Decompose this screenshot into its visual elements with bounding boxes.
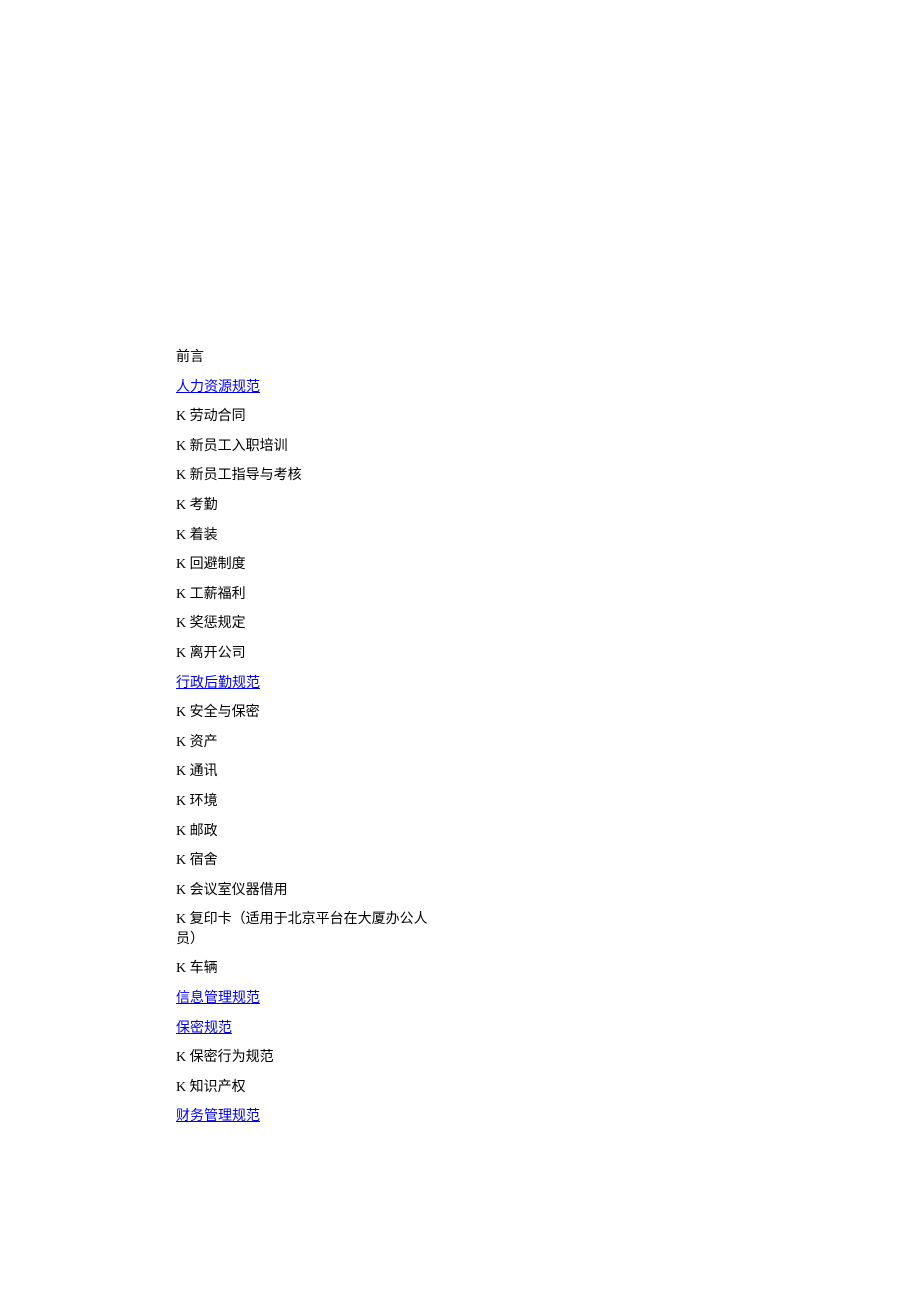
toc-item: K 新员工指导与考核 (176, 466, 436, 486)
toc-item: 保密规范 (176, 1019, 436, 1039)
toc-text: K 通讯 (176, 764, 218, 779)
toc-item: K 安全与保密 (176, 703, 436, 723)
toc-link[interactable]: 财务管理规范 (176, 1109, 260, 1124)
toc-item: K 资产 (176, 733, 436, 753)
toc-item: K 知识产权 (176, 1078, 436, 1098)
toc-text: K 资产 (176, 735, 218, 750)
toc-text: K 新员工指导与考核 (176, 468, 302, 483)
toc-item: K 车辆 (176, 959, 436, 979)
toc-item: K 回避制度 (176, 555, 436, 575)
toc-text: K 环境 (176, 794, 218, 809)
toc-text: K 邮政 (176, 824, 218, 839)
toc-item: K 环境 (176, 792, 436, 812)
toc-content: 前言 人力资源规范 K 劳动合同 K 新员工入职培训 K 新员工指导与考核 K … (176, 348, 436, 1127)
toc-text: K 奖惩规定 (176, 616, 246, 631)
toc-text: K 安全与保密 (176, 705, 260, 720)
toc-item: K 工薪福利 (176, 585, 436, 605)
toc-item: 财务管理规范 (176, 1107, 436, 1127)
toc-text: K 劳动合同 (176, 409, 246, 424)
toc-item: K 着装 (176, 526, 436, 546)
toc-text: K 离开公司 (176, 646, 246, 661)
toc-text: K 回避制度 (176, 557, 246, 572)
toc-text: K 着装 (176, 528, 218, 543)
toc-link[interactable]: 行政后勤规范 (176, 676, 260, 691)
toc-text: K 知识产权 (176, 1080, 246, 1095)
toc-link[interactable]: 人力资源规范 (176, 380, 260, 395)
toc-text: K 宿舍 (176, 853, 218, 868)
toc-text: K 复印卡（适用于北京平台在大厦办公人员） (176, 912, 428, 947)
toc-text: 前言 (176, 350, 204, 365)
toc-item: K 奖惩规定 (176, 614, 436, 634)
toc-item: K 复印卡（适用于北京平台在大厦办公人员） (176, 910, 436, 949)
toc-item: 人力资源规范 (176, 378, 436, 398)
toc-item: K 通讯 (176, 762, 436, 782)
toc-item: 前言 (176, 348, 436, 368)
toc-item: 信息管理规范 (176, 989, 436, 1009)
toc-text: K 工薪福利 (176, 587, 246, 602)
toc-item: K 考勤 (176, 496, 436, 516)
toc-text: K 车辆 (176, 961, 218, 976)
toc-link[interactable]: 保密规范 (176, 1021, 232, 1036)
toc-link[interactable]: 信息管理规范 (176, 991, 260, 1006)
toc-item: K 会议室仪器借用 (176, 881, 436, 901)
toc-item: K 保密行为规范 (176, 1048, 436, 1068)
toc-text: K 会议室仪器借用 (176, 883, 288, 898)
toc-text: K 保密行为规范 (176, 1050, 274, 1065)
toc-item: K 新员工入职培训 (176, 437, 436, 457)
toc-item: K 邮政 (176, 822, 436, 842)
toc-item: K 离开公司 (176, 644, 436, 664)
toc-text: K 考勤 (176, 498, 218, 513)
toc-item: K 劳动合同 (176, 407, 436, 427)
toc-item: K 宿舍 (176, 851, 436, 871)
toc-item: 行政后勤规范 (176, 674, 436, 694)
toc-text: K 新员工入职培训 (176, 439, 288, 454)
